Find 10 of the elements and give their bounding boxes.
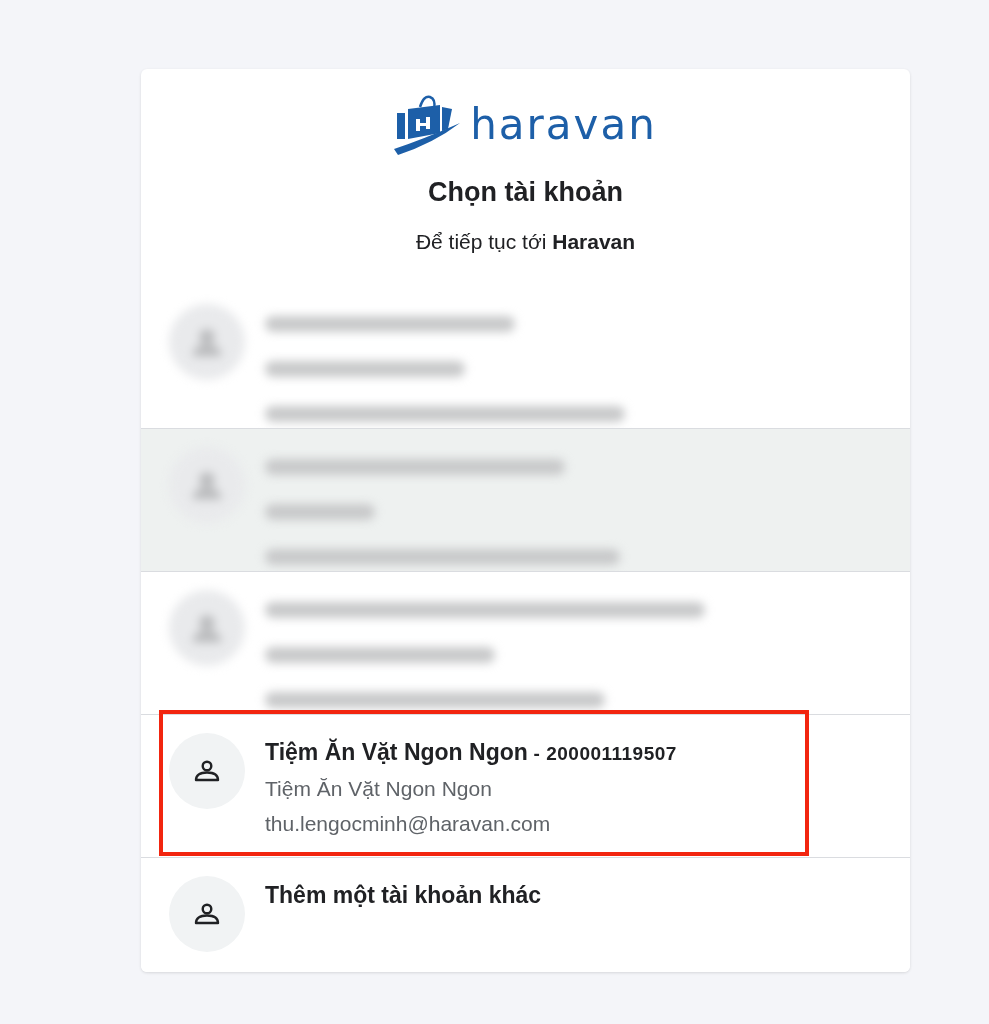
account-row[interactable]: Thêm một tài khoản khác bbox=[141, 858, 910, 972]
subtitle: Để tiếp tục tới Haravan bbox=[415, 230, 636, 254]
account-row[interactable] bbox=[141, 572, 910, 714]
add-account-label: Thêm một tài khoản khác bbox=[265, 881, 542, 910]
logo-wordmark: haravan bbox=[470, 99, 657, 149]
shop-name: Tiệm Ăn Vặt Ngon Ngon bbox=[265, 776, 493, 802]
account-email: thu.lengocminh@haravan.com bbox=[265, 811, 552, 837]
page-title: Chọn tài khoản bbox=[428, 177, 623, 208]
account-name: Tiệm Ăn Vặt Ngon Ngon - 200001119507 bbox=[265, 737, 677, 767]
account-row[interactable]: Tiệm Ăn Vặt Ngon Ngon - 200001119507 Tiệm Ăn Vặt Ngon Ngon thu.lengocminh@haravan.com bbox=[141, 715, 910, 857]
